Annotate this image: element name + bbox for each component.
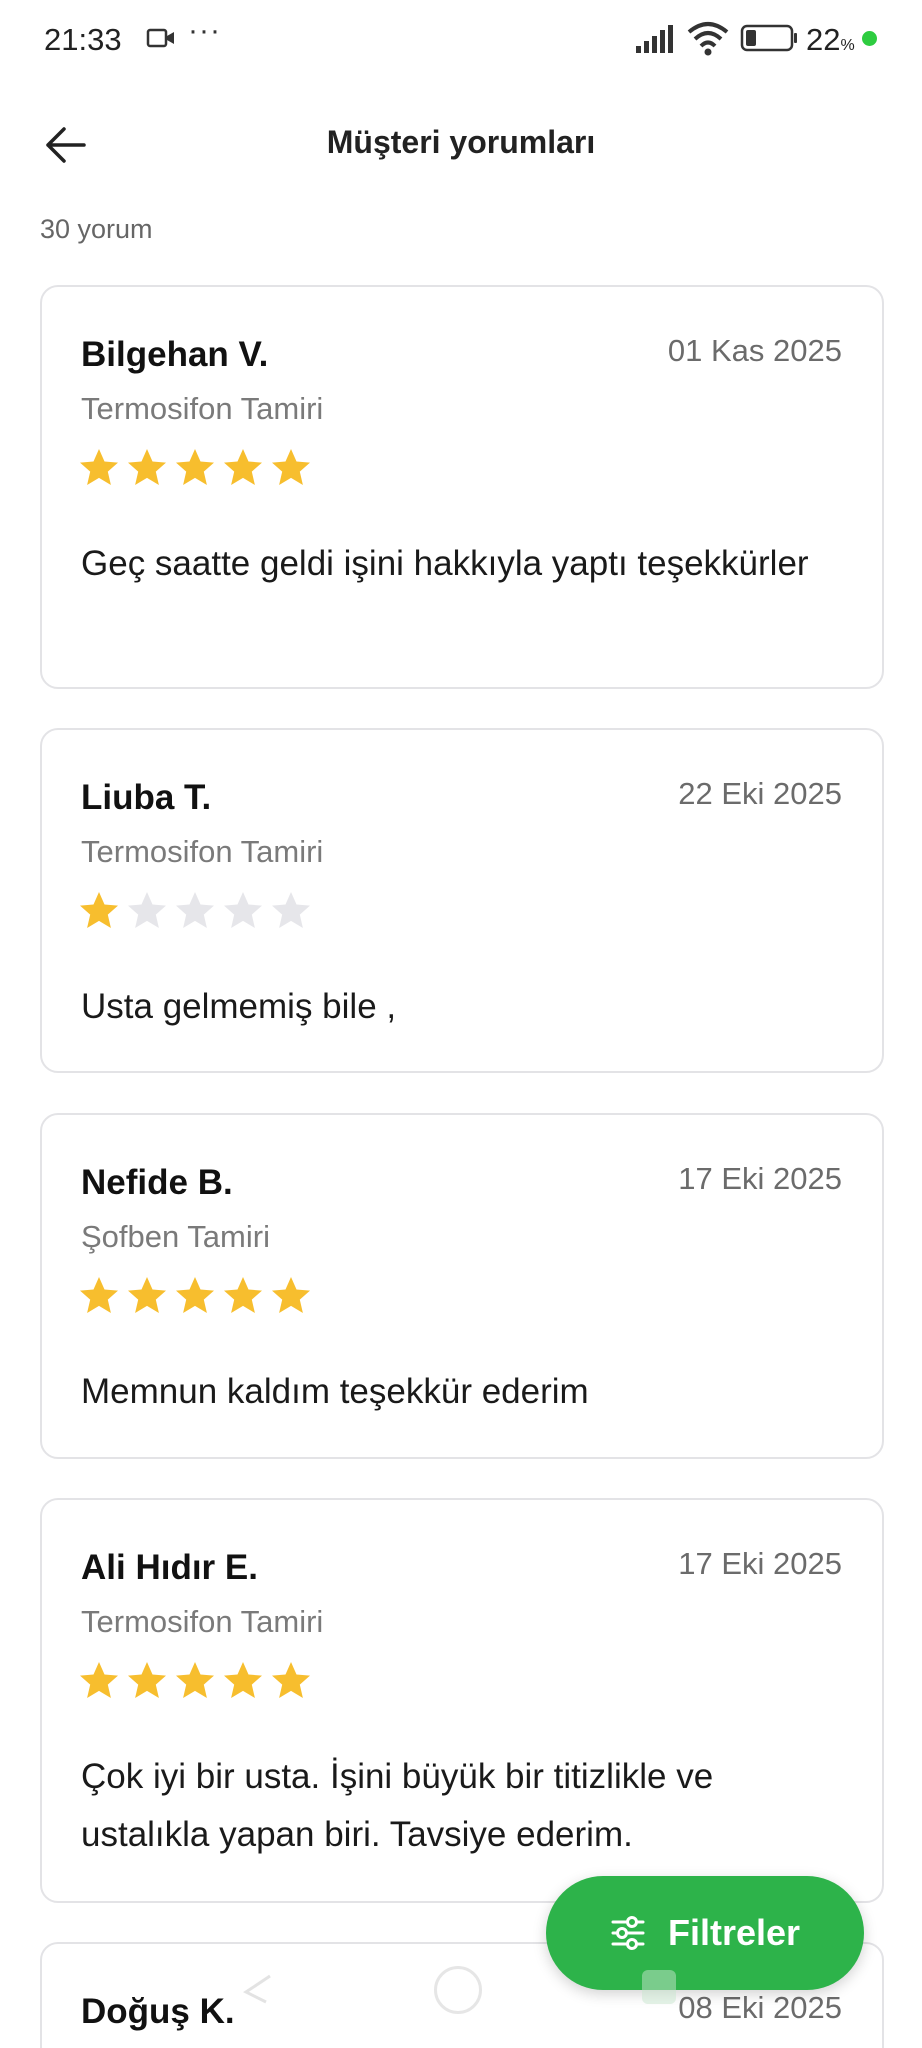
filters-label: Filtreler — [667, 1912, 801, 1953]
reviewer-name: Liuba T. — [81, 778, 212, 817]
review-card: Nefide B. 17 Eki 2025 Şofben Tamiri Memn… — [40, 1113, 884, 1459]
status-more-dots: ··· — [188, 14, 221, 47]
wifi-icon — [687, 22, 729, 56]
star-filled-icon — [224, 1277, 262, 1313]
page-title: Müşteri yorumları — [326, 124, 596, 160]
review-card: Bilgehan V. 01 Kas 2025 Termosifon Tamir… — [40, 285, 884, 689]
star-empty-icon — [224, 892, 262, 928]
star-rating — [78, 447, 312, 491]
review-count: 30 yorum — [40, 214, 153, 244]
review-text: Memnun kaldım teşekkür ederim — [81, 1372, 589, 1411]
star-rating — [78, 1660, 312, 1704]
star-filled-icon — [80, 1277, 118, 1313]
privacy-indicator-dot — [862, 31, 877, 46]
service-name: Termosifon Tamiri — [81, 391, 324, 426]
review-card: Liuba T. 22 Eki 2025 Termosifon Tamiri U… — [40, 728, 884, 1073]
reviewer-name: Doğuş K. — [81, 1992, 235, 2031]
review-date: 08 Eki 2025 — [678, 1990, 842, 2025]
system-home-icon — [434, 1966, 482, 2014]
status-bar: 21:33 ··· 22% — [0, 0, 922, 80]
review-date: 01 Kas 2025 — [667, 333, 842, 368]
star-empty-icon — [128, 892, 166, 928]
app-header: Müşteri yorumları — [0, 100, 922, 190]
reviewer-name: Bilgehan V. — [81, 335, 269, 374]
star-rating — [78, 1275, 312, 1319]
star-filled-icon — [128, 1277, 166, 1313]
battery-percent: 22% — [806, 22, 855, 57]
system-recents-icon — [642, 1970, 676, 2004]
star-filled-icon — [224, 449, 262, 485]
review-text: Çok iyi bir usta. İşini büyük bir titizl… — [81, 1757, 714, 1854]
star-filled-icon — [128, 1662, 166, 1698]
star-filled-icon — [80, 449, 118, 485]
service-name: Şofben Tamiri — [81, 1219, 270, 1254]
star-filled-icon — [128, 449, 166, 485]
status-time: 21:33 — [44, 22, 122, 57]
filters-button[interactable]: Filtreler — [546, 1876, 864, 1990]
reviews-screen: 21:33 ··· 22% Müşteri yorumları 30 yorum… — [0, 0, 922, 2048]
service-name: Termosifon Tamiri — [81, 1604, 324, 1639]
star-filled-icon — [224, 1662, 262, 1698]
signal-icon — [636, 25, 673, 53]
star-filled-icon — [80, 1662, 118, 1698]
sliders-icon — [611, 1916, 645, 1950]
review-date: 17 Eki 2025 — [678, 1546, 842, 1581]
review-text: Geç saatte geldi işini hakkıyla yaptı te… — [81, 544, 809, 583]
review-card: Ali Hıdır E. 17 Eki 2025 Termosifon Tami… — [40, 1498, 884, 1903]
star-filled-icon — [272, 1277, 310, 1313]
video-icon — [146, 28, 174, 48]
star-filled-icon — [176, 449, 214, 485]
star-filled-icon — [176, 1277, 214, 1313]
reviewer-name: Nefide B. — [81, 1163, 233, 1202]
review-date: 17 Eki 2025 — [678, 1161, 842, 1196]
system-back-gesture-icon — [243, 1974, 271, 2004]
star-empty-icon — [272, 892, 310, 928]
battery-icon — [740, 24, 797, 52]
review-date: 22 Eki 2025 — [678, 776, 842, 811]
star-filled-icon — [176, 1662, 214, 1698]
review-text: Usta gelmemiş bile , — [81, 987, 397, 1026]
star-filled-icon — [272, 1662, 310, 1698]
service-name: Termosifon Tamiri — [81, 834, 324, 869]
star-rating — [78, 890, 312, 934]
star-filled-icon — [80, 892, 118, 928]
reviewer-name: Ali Hıdır E. — [81, 1548, 258, 1587]
star-empty-icon — [176, 892, 214, 928]
star-filled-icon — [272, 449, 310, 485]
